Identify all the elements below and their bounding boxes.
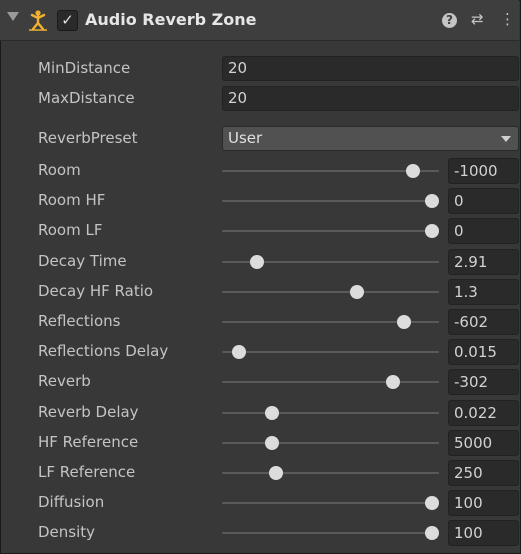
decay-hf-ratio-row: Decay HF Ratio 1.3 [0,278,519,306]
audio-reverb-zone-icon [29,10,47,31]
diffusion-label: Diffusion [38,493,105,511]
decay-time-row: Decay Time 2.91 [0,248,519,276]
density-label: Density [38,523,96,541]
density-slider-handle[interactable] [425,526,440,540]
lf-reference-row: LF Reference 250 [0,459,519,487]
room-label: Room [38,161,81,179]
reverb-delay-label: Reverb Delay [38,403,139,421]
help-icon[interactable]: ? [442,10,457,28]
max-distance-label: MaxDistance [38,89,135,107]
room-lf-value-field[interactable]: 0 [448,218,519,244]
reflections-value-field[interactable]: -602 [448,309,519,335]
enabled-checkbox[interactable]: ✓ [57,10,78,31]
reverb-slider[interactable] [222,375,439,389]
hf-reference-slider-handle[interactable] [264,436,279,450]
room-slider[interactable] [222,164,439,178]
diffusion-value-field[interactable]: 100 [448,490,519,516]
reverb-preset-row: ReverbPreset User [0,125,519,153]
reverb-row: Reverb -302 [0,368,519,396]
decay-time-slider[interactable] [222,255,439,269]
room-hf-slider-handle[interactable] [425,194,440,208]
room-hf-label: Room HF [38,191,106,209]
room-lf-row: Room LF 0 [0,217,519,245]
density-row: Density 100 [0,519,519,547]
decay-hf-ratio-value-field[interactable]: 1.3 [448,279,519,305]
reflections-label: Reflections [38,312,121,330]
decay-hf-ratio-label: Decay HF Ratio [38,282,154,300]
reflections-delay-slider-handle[interactable] [232,345,247,359]
hf-reference-row: HF Reference 5000 [0,429,519,457]
dropdown-arrow-icon [501,136,511,142]
min-distance-row: MinDistance 20 [0,55,519,83]
reverb-delay-slider[interactable] [222,406,439,420]
component-header[interactable]: ✓ Audio Reverb Zone ? ⇄ ⋮ [0,0,519,41]
diffusion-row: Diffusion 100 [0,489,519,517]
room-lf-label: Room LF [38,221,103,239]
reverb-delay-row: Reverb Delay 0.022 [0,399,519,427]
decay-time-value-field[interactable]: 2.91 [448,249,519,275]
lf-reference-value-field[interactable]: 250 [448,460,519,486]
lf-reference-slider-handle[interactable] [269,466,284,480]
reverb-label: Reverb [38,372,91,390]
reflections-delay-label: Reflections Delay [38,342,169,360]
max-distance-field[interactable]: 20 [222,86,519,111]
lf-reference-label: LF Reference [38,463,136,481]
presets-icon[interactable]: ⇄ [471,10,484,28]
reflections-slider[interactable] [222,315,439,329]
room-value-field[interactable]: -1000 [448,158,519,184]
reflections-delay-slider[interactable] [222,345,439,359]
min-distance-label: MinDistance [38,59,131,77]
context-menu-icon[interactable]: ⋮ [500,10,515,28]
reflections-delay-row: Reflections Delay 0.015 [0,338,519,366]
reverb-preset-label: ReverbPreset [38,129,138,147]
reverb-value-field[interactable]: -302 [448,369,519,395]
reverb-delay-slider-handle[interactable] [264,406,279,420]
diffusion-slider[interactable] [222,496,440,510]
density-value-field[interactable]: 100 [448,520,519,546]
reflections-slider-handle[interactable] [397,315,412,329]
reflections-delay-value-field[interactable]: 0.015 [448,339,519,365]
decay-hf-ratio-slider[interactable] [222,285,439,299]
foldout-arrow-icon[interactable] [7,12,19,21]
reverb-preset-value: User [228,129,263,147]
reverb-preset-dropdown[interactable]: User [222,126,519,151]
room-lf-slider-handle[interactable] [425,224,440,238]
room-lf-slider[interactable] [222,224,440,238]
decay-hf-ratio-slider-handle[interactable] [349,285,364,299]
room-hf-value-field[interactable]: 0 [448,188,519,214]
diffusion-slider-handle[interactable] [425,496,440,510]
lf-reference-slider[interactable] [222,466,439,480]
component-title: Audio Reverb Zone [85,10,257,29]
room-hf-slider[interactable] [222,194,440,208]
decay-time-label: Decay Time [38,252,127,270]
room-slider-handle[interactable] [405,164,420,178]
min-distance-field[interactable]: 20 [222,56,519,81]
hf-reference-value-field[interactable]: 5000 [448,430,519,456]
reflections-row: Reflections -602 [0,308,519,336]
room-row: Room -1000 [0,157,519,185]
reverb-delay-value-field[interactable]: 0.022 [448,400,519,426]
hf-reference-slider[interactable] [222,436,439,450]
room-hf-row: Room HF 0 [0,187,519,215]
decay-time-slider-handle[interactable] [249,255,264,269]
reverb-slider-handle[interactable] [386,375,401,389]
hf-reference-label: HF Reference [38,433,139,451]
max-distance-row: MaxDistance 20 [0,85,519,113]
density-slider[interactable] [222,526,440,540]
